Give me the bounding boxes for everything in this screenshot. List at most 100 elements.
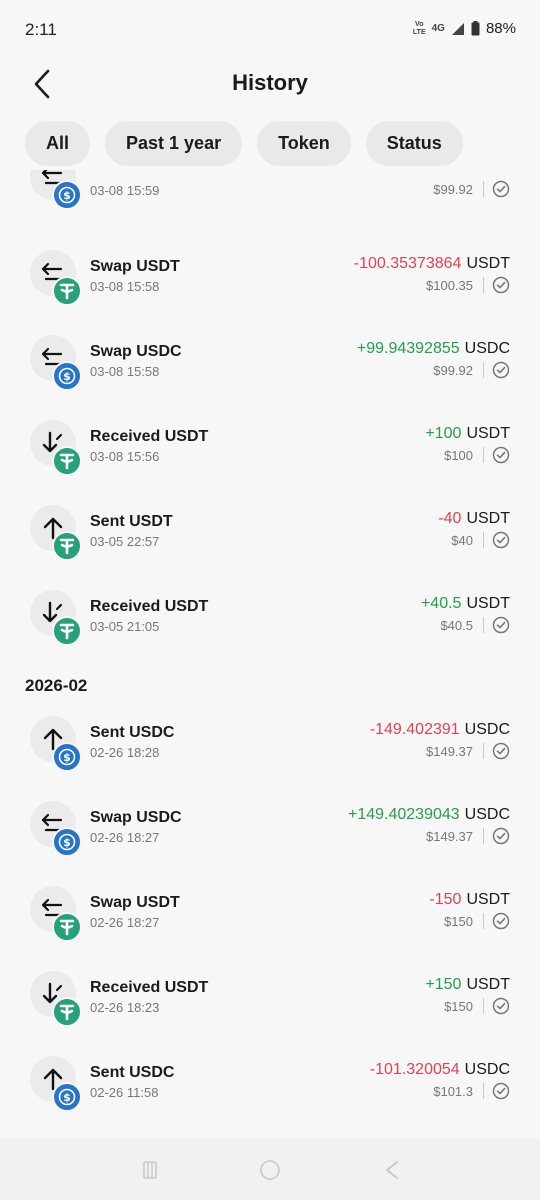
check-circle-icon	[492, 276, 510, 294]
amount-value: -100.35373864	[353, 255, 462, 272]
check-circle-icon	[492, 912, 510, 930]
transaction-amount: +100 USDT	[425, 425, 510, 443]
transaction-title: Swap USDT	[90, 258, 180, 275]
divider	[483, 362, 484, 378]
fiat-value: $40	[451, 532, 473, 548]
fiat-value: $149.37	[426, 743, 473, 759]
check-circle-icon	[492, 742, 510, 760]
transaction-amount: +150 USDT	[425, 976, 510, 994]
divider	[483, 743, 484, 759]
transaction-amount: +149.40239043 USDC	[348, 806, 510, 824]
page-title: History	[232, 70, 308, 95]
filter-status[interactable]: Status	[365, 121, 463, 166]
system-navigation-bar	[0, 1138, 540, 1200]
transaction-row[interactable]: Received USDT 02-26 18:23 +150 USDT $150	[0, 971, 540, 1041]
divider	[483, 828, 484, 844]
amount-token: USDC	[464, 721, 510, 738]
transaction-list[interactable]: 03-08 15:59 $99.92 Swap USDT 03-08 15:58 -…	[0, 170, 540, 1138]
transaction-title: Swap USDC	[90, 809, 182, 826]
transaction-title: Swap USDC	[90, 343, 182, 360]
recent-apps-button[interactable]	[136, 1156, 164, 1184]
divider	[483, 277, 484, 293]
fiat-value: $99.92	[433, 181, 473, 197]
battery-percent: 88%	[485, 20, 516, 37]
transaction-row[interactable]: Swap USDC 02-26 18:27 +149.40239043 USDC $14…	[0, 801, 540, 871]
fiat-value: $40.5	[440, 617, 473, 633]
fiat-value: $99.92	[433, 362, 473, 378]
usdc-icon	[52, 1082, 82, 1112]
transaction-value: $100	[444, 445, 510, 465]
amount-token: USDT	[466, 891, 510, 908]
usdt-icon	[52, 446, 82, 476]
back-nav-button[interactable]	[378, 1156, 406, 1184]
transaction-row[interactable]: Sent USDT 03-05 22:57 -40 USDT $40	[0, 505, 540, 575]
transaction-value: $150	[444, 996, 510, 1016]
transaction-title: Sent USDC	[90, 1064, 175, 1081]
transaction-amount: -101.320054 USDC	[370, 1061, 510, 1079]
transaction-date: 02-26 18:28	[90, 745, 160, 760]
usdt-icon	[52, 616, 82, 646]
transaction-date: 03-08 15:58	[90, 364, 160, 379]
divider	[483, 1083, 484, 1099]
transaction-amount: +40.5 USDT	[421, 595, 510, 613]
fiat-value: $100	[444, 447, 473, 463]
divider	[483, 913, 484, 929]
transaction-amount: -100.35373864 USDT	[354, 255, 510, 273]
amount-value: -101.320054	[369, 1061, 460, 1078]
transaction-date: 02-26 11:58	[90, 1085, 159, 1100]
filter-bar: All Past 1 year Token Status	[25, 121, 463, 166]
check-circle-icon	[492, 361, 510, 379]
transaction-amount: -150 USDT	[429, 891, 510, 909]
battery-icon	[471, 21, 480, 36]
amount-token: USDT	[466, 425, 510, 442]
transaction-title: Received USDT	[90, 428, 209, 445]
transaction-amount: -40 USDT	[438, 510, 510, 528]
fiat-value: $101.3	[433, 1083, 473, 1099]
amount-value: -40	[438, 510, 462, 527]
filter-token[interactable]: Token	[257, 121, 351, 166]
transaction-row[interactable]: Sent USDC 02-26 11:58 -101.320054 USDC $101.…	[0, 1056, 540, 1126]
transaction-title: Swap USDT	[90, 894, 180, 911]
amount-value: +99.94392855	[356, 340, 460, 357]
amount-value: +40.5	[420, 595, 462, 612]
transaction-row[interactable]: Swap USDT 03-08 15:58 -100.35373864 USDT $10…	[0, 250, 540, 320]
amount-token: USDC	[464, 340, 510, 357]
fiat-value: $150	[444, 913, 473, 929]
transaction-date: 03-08 15:58	[90, 279, 160, 294]
transaction-row[interactable]: Sent USDC 02-26 18:28 -149.402391 USDC $149.…	[0, 716, 540, 786]
transaction-date: 02-26 18:23	[90, 1000, 160, 1015]
home-button[interactable]	[256, 1156, 284, 1184]
check-circle-icon	[492, 827, 510, 845]
amount-token: USDC	[464, 1061, 510, 1078]
divider	[483, 998, 484, 1014]
month-header: 2026-02	[25, 676, 88, 695]
filter-all[interactable]: All	[25, 121, 91, 166]
volte-indicator: Vo LTE	[412, 20, 426, 36]
home-icon	[260, 1160, 280, 1180]
back-triangle-icon	[386, 1161, 398, 1179]
transaction-date: 02-26 18:27	[90, 915, 160, 930]
transaction-value: $40.5	[440, 615, 510, 635]
divider	[483, 181, 484, 197]
transaction-value: $149.37	[426, 826, 510, 846]
usdc-icon	[52, 827, 82, 857]
transaction-row[interactable]: Received USDT 03-08 15:56 +100 USDT $100	[0, 420, 540, 490]
amount-token: USDC	[464, 806, 510, 823]
transaction-row[interactable]: Received USDT 03-05 21:05 +40.5 USDT $40.5	[0, 590, 540, 660]
transaction-date: 03-05 21:05	[90, 619, 160, 634]
filter-past-1-year[interactable]: Past 1 year	[105, 121, 243, 166]
amount-value: -150	[429, 891, 462, 908]
divider	[483, 532, 484, 548]
status-indicators: Vo LTE 4G 88%	[413, 20, 516, 37]
amount-token: USDT	[466, 595, 510, 612]
transaction-row[interactable]: Swap USDT 02-26 18:27 -150 USDT $150	[0, 886, 540, 956]
transaction-date: 03-05 22:57	[90, 534, 160, 549]
usdc-icon	[52, 361, 82, 391]
amount-value: +150	[425, 976, 462, 993]
transaction-value: $99.92	[433, 179, 510, 199]
transaction-row[interactable]: Swap USDC 03-08 15:58 +99.94392855 USDC $99.…	[0, 335, 540, 405]
divider	[483, 617, 484, 633]
transaction-date: 02-26 18:27	[90, 830, 160, 845]
header: History	[0, 60, 540, 110]
transaction-row[interactable]: 03-08 15:59 $99.92	[0, 170, 540, 224]
